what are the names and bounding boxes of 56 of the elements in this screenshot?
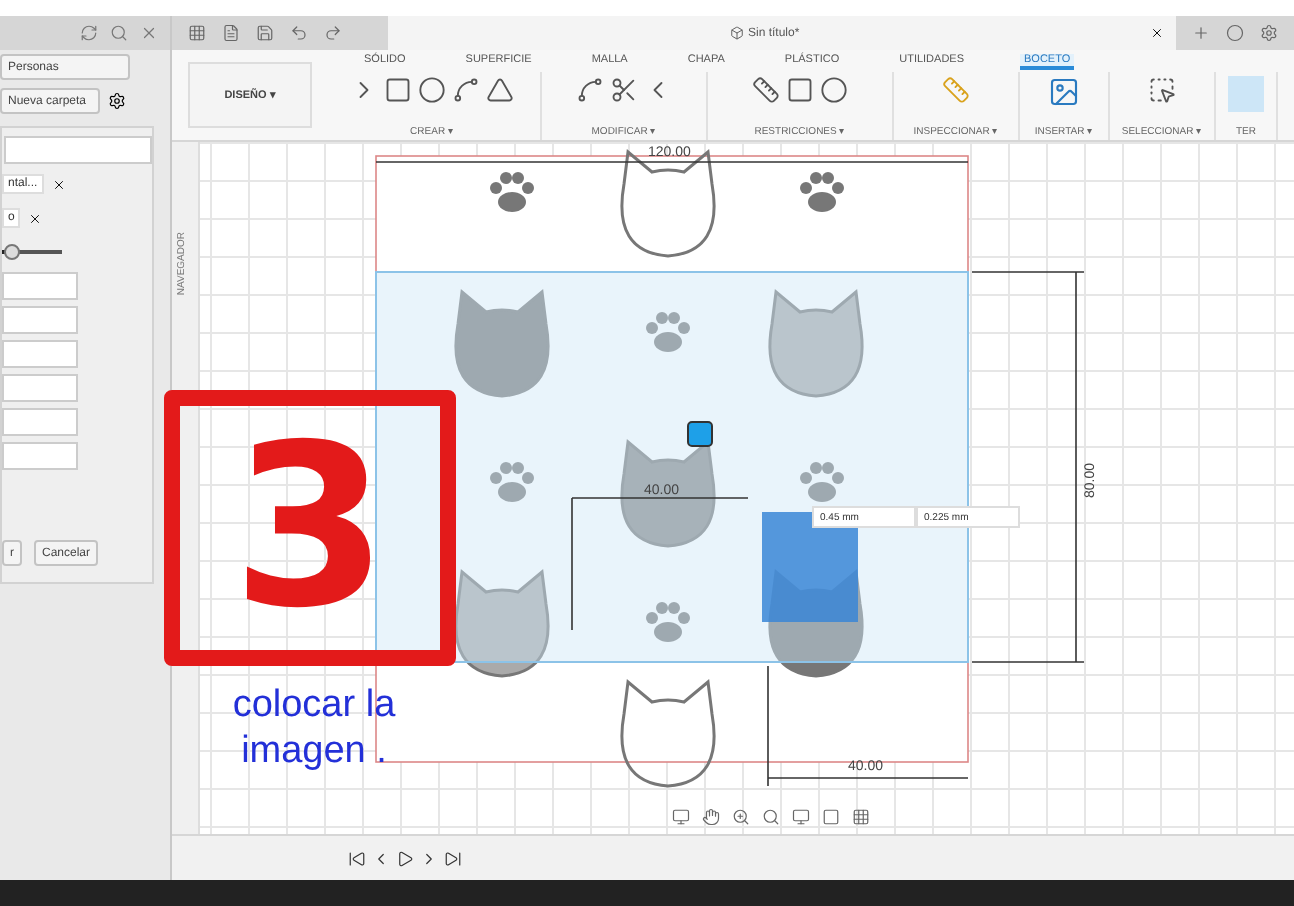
remove-icon[interactable] — [28, 211, 43, 225]
cat-outline-icon — [620, 150, 716, 258]
grid-icon[interactable] — [852, 808, 870, 826]
inserted-image-block[interactable] — [762, 512, 858, 622]
grid-icon[interactable] — [188, 24, 206, 42]
spline-icon[interactable] — [452, 76, 480, 104]
file-icon[interactable] — [222, 24, 240, 42]
input-field[interactable] — [2, 374, 78, 402]
paw-print-icon — [646, 312, 690, 352]
cat-head-icon — [620, 440, 716, 548]
redo-icon[interactable] — [324, 24, 342, 42]
cat-head-icon — [454, 290, 550, 398]
undo-icon[interactable] — [290, 24, 308, 42]
search-icon[interactable] — [110, 24, 128, 42]
save-icon[interactable] — [256, 24, 274, 42]
input-field[interactable] — [2, 272, 78, 300]
cat-head-icon — [768, 290, 864, 398]
paw-print-icon — [490, 462, 534, 502]
step-number: 3 — [232, 416, 388, 640]
play-icon[interactable] — [396, 849, 414, 867]
skip-forward-icon[interactable] — [444, 849, 462, 867]
step-forward-icon[interactable] — [420, 849, 438, 867]
image-icon[interactable] — [1048, 76, 1080, 108]
zoom-icon[interactable] — [732, 808, 750, 826]
input-field[interactable] — [2, 306, 78, 334]
slider-thumb[interactable] — [3, 244, 20, 260]
display-icon[interactable] — [792, 808, 810, 826]
skip-back-icon[interactable] — [348, 849, 366, 867]
close-icon[interactable] — [1150, 26, 1164, 40]
paw-print-icon — [800, 462, 844, 502]
input-field[interactable] — [2, 408, 78, 436]
cat-outline-icon — [620, 680, 716, 788]
circle-icon[interactable] — [418, 76, 446, 104]
triangle-icon[interactable] — [486, 76, 514, 104]
refresh-icon[interactable] — [80, 24, 98, 42]
paw-print-icon — [490, 172, 534, 212]
dropdown-field[interactable] — [4, 136, 152, 164]
annotation-caption: colocar la imagen . — [230, 684, 398, 776]
cube-icon[interactable] — [730, 26, 744, 40]
paw-print-icon — [646, 602, 690, 642]
paw-print-icon — [800, 172, 844, 212]
step-back-icon[interactable] — [372, 849, 390, 867]
input-field[interactable] — [2, 442, 78, 470]
select-icon[interactable] — [1148, 76, 1176, 104]
pan-icon[interactable] — [702, 808, 720, 826]
circle-icon[interactable] — [1226, 24, 1244, 42]
scissors-icon[interactable] — [610, 76, 638, 104]
move-handle[interactable] — [687, 421, 713, 447]
fillet-icon[interactable] — [576, 76, 604, 104]
remove-icon[interactable] — [51, 177, 66, 191]
zoom-window-icon[interactable] — [762, 808, 780, 826]
cat-head-icon — [454, 570, 550, 678]
input-field[interactable] — [2, 340, 78, 368]
visual-style-icon[interactable] — [822, 808, 840, 826]
settings-icon[interactable] — [108, 92, 126, 110]
rectangle-icon[interactable] — [384, 76, 412, 104]
